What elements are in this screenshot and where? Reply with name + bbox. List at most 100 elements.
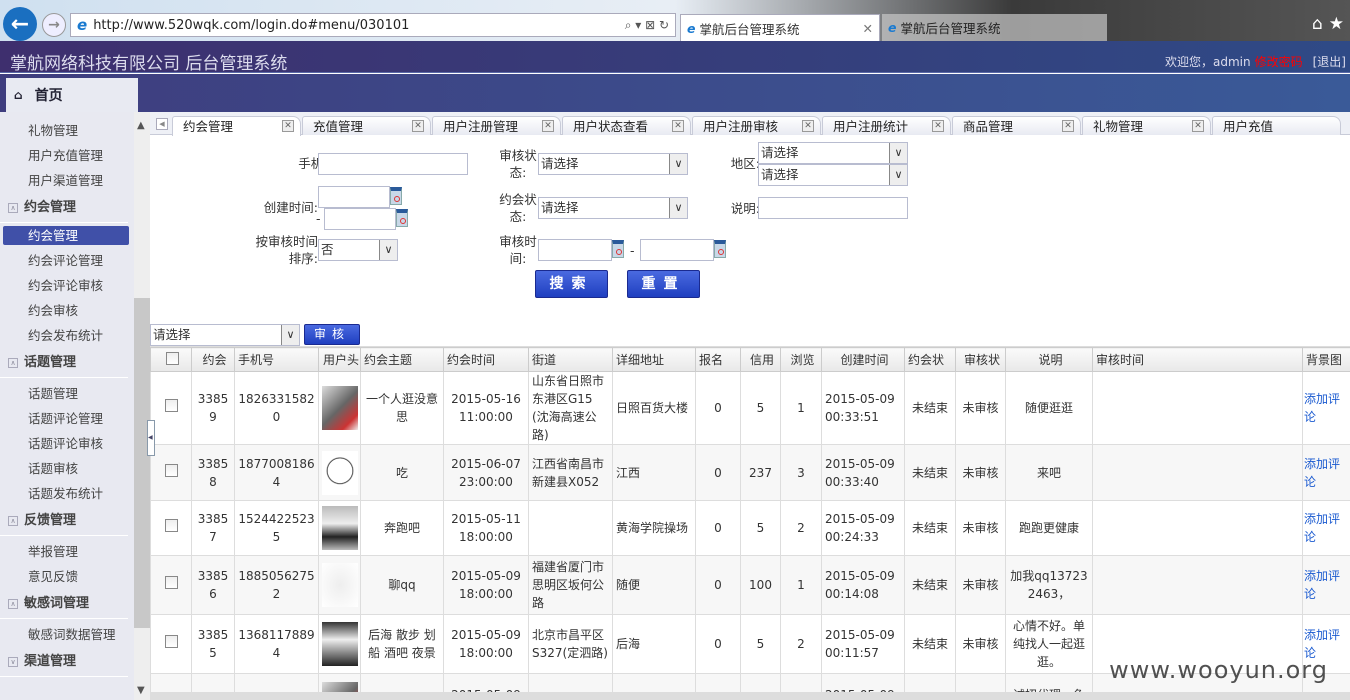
scroll-up-icon[interactable]: ▲ — [137, 120, 145, 131]
audit-status-select[interactable]: 请选择 ∨ — [538, 153, 688, 175]
sidebar-item[interactable]: 话题审核 — [0, 456, 134, 481]
column-header[interactable]: 背景图 — [1302, 347, 1350, 372]
close-tab-icon[interactable]: ✕ — [672, 120, 684, 132]
favorites-star-icon[interactable]: ★ — [1329, 14, 1350, 34]
browser-toolbar-icons[interactable]: ⌂★ — [1312, 14, 1350, 34]
calendar-icon[interactable] — [714, 240, 726, 258]
page-tab[interactable]: 用户充值 — [1212, 116, 1341, 135]
close-tab-icon[interactable]: ✕ — [1192, 120, 1204, 132]
sidebar-item[interactable]: 话题评论管理 — [0, 406, 134, 431]
date-status-select[interactable]: 请选择 ∨ — [538, 197, 688, 219]
browser-tab[interactable]: e 掌航后台管理系统 — [882, 14, 1107, 41]
page-tab[interactable]: 用户注册管理 ✕ — [432, 116, 561, 135]
page-tab[interactable]: 礼物管理 ✕ — [1082, 116, 1211, 135]
column-header[interactable]: 浏览 — [780, 347, 822, 372]
sidebar-item[interactable]: 用户渠道管理 — [0, 168, 134, 193]
search-button[interactable]: 搜索 — [535, 270, 608, 298]
column-header[interactable]: 约会时间 — [443, 347, 529, 372]
audit-time-start[interactable] — [538, 239, 612, 261]
close-tab-icon[interactable]: ✕ — [542, 120, 554, 132]
home-tab[interactable]: ⌂ 首页 — [6, 78, 138, 112]
page-tab[interactable]: 用户状态查看 ✕ — [562, 116, 691, 135]
scroll-thumb[interactable] — [134, 298, 150, 628]
sidebar-group-header[interactable]: ∨ 渠道管理 — [0, 647, 128, 677]
table-row[interactable]: 33858 18770081864 吃 2015-06-07 23:00:00 江西省南… — [150, 444, 1350, 501]
close-tab-icon[interactable]: ✕ — [932, 120, 944, 132]
row-checkbox[interactable] — [164, 399, 178, 412]
audit-button[interactable]: 审核 — [304, 324, 360, 345]
sidebar-item[interactable]: 约会发布统计 — [0, 323, 134, 348]
column-header[interactable]: 说明 — [1005, 347, 1093, 372]
sidebar-group-header[interactable]: ∧ 话题管理 — [0, 348, 128, 378]
column-header[interactable]: 报名 — [695, 347, 741, 372]
row-checkbox[interactable] — [164, 519, 178, 532]
column-header[interactable]: 约会状 — [904, 347, 956, 372]
page-tab[interactable]: 用户注册统计 ✕ — [822, 116, 951, 135]
add-comment-link[interactable]: 添加评论 — [1304, 392, 1340, 424]
back-button[interactable]: ← — [3, 7, 37, 41]
column-header[interactable]: 约会主题 — [360, 347, 444, 372]
column-header[interactable]: 详细地址 — [612, 347, 696, 372]
add-comment-link[interactable]: 添加评论 — [1304, 512, 1340, 544]
sidebar-group-header[interactable]: ∧ 反馈管理 — [0, 506, 128, 536]
calendar-icon[interactable] — [612, 240, 624, 258]
column-header[interactable]: 用户头 — [318, 347, 361, 372]
page-tab[interactable]: 充值管理 ✕ — [302, 116, 431, 135]
column-header[interactable]: 创建时间 — [821, 347, 905, 372]
sidebar-item[interactable]: 话题管理 — [0, 381, 134, 406]
calendar-icon[interactable] — [390, 187, 402, 205]
calendar-icon[interactable] — [396, 209, 408, 227]
sidebar-item[interactable]: 用户充值管理 — [0, 143, 134, 168]
bulk-audit-select[interactable]: 请选择 ∨ — [150, 324, 300, 346]
add-comment-link[interactable]: 添加评论 — [1304, 457, 1340, 489]
close-tab-icon[interactable]: ✕ — [1062, 120, 1074, 132]
browser-tab-active[interactable]: e 掌航后台管理系统 ✕ — [680, 14, 880, 41]
row-checkbox[interactable] — [164, 463, 178, 477]
sidebar-group-header[interactable]: ∧ 敏感词管理 — [0, 589, 128, 619]
sidebar-item[interactable]: 约会审核 — [0, 298, 134, 323]
page-tab[interactable]: 商品管理 ✕ — [952, 116, 1081, 135]
page-tab[interactable]: 约会管理 ✕ — [172, 116, 301, 136]
column-header[interactable]: 审核时间 — [1092, 347, 1303, 372]
region-city-select[interactable]: 请选择 ∨ — [758, 164, 908, 186]
close-tab-icon[interactable]: ✕ — [802, 120, 814, 132]
close-tab-icon[interactable]: ✕ — [282, 120, 294, 132]
sidebar-item[interactable]: 约会管理 — [3, 226, 129, 245]
sidebar-item[interactable]: 话题评论审核 — [0, 431, 134, 456]
sidebar-item[interactable]: 意见反馈 — [0, 564, 134, 589]
row-checkbox[interactable] — [164, 635, 178, 648]
sidebar-item[interactable]: 约会评论审核 — [0, 273, 134, 298]
home-icon[interactable]: ⌂ — [1312, 14, 1329, 34]
sidebar-item[interactable]: 礼物管理 — [0, 118, 134, 143]
create-time-start[interactable] — [318, 186, 390, 208]
sidebar-item[interactable]: 敏感词数据管理 — [0, 622, 134, 647]
scroll-down-icon[interactable]: ▼ — [137, 685, 145, 696]
close-tab-icon[interactable]: ✕ — [863, 21, 873, 36]
column-header[interactable]: 审核状 — [955, 347, 1006, 372]
logout-link[interactable]: [退出] — [1313, 55, 1346, 69]
sidebar-scrollbar[interactable]: ▲ ▼ — [134, 112, 150, 700]
table-row[interactable]: 33859 18263315820 一个人逛没意思 2015-05-16 11:00:… — [150, 371, 1350, 445]
change-password-link[interactable]: 修改密码 — [1255, 55, 1303, 69]
column-header[interactable]: 约会 — [191, 347, 235, 372]
add-comment-link[interactable]: 添加评论 — [1304, 569, 1340, 601]
sort-select[interactable]: 否 ∨ — [318, 239, 398, 261]
table-row[interactable]: 33857 15244225235 奔跑吧 2015-05-11 18:00:00 黄海… — [150, 500, 1350, 556]
tab-scroll-left-icon[interactable]: ◀ — [156, 118, 168, 130]
collapse-panel-handle[interactable]: ◀ — [147, 420, 155, 456]
region-province-select[interactable]: 请选择 ∨ — [758, 142, 908, 164]
reset-button[interactable]: 重置 — [627, 270, 700, 298]
desc-input[interactable] — [758, 197, 908, 219]
sidebar-item[interactable]: 约会评论管理 — [0, 248, 134, 273]
horizontal-scrollbar[interactable] — [150, 692, 1350, 700]
close-tab-icon[interactable]: ✕ — [412, 120, 424, 132]
row-checkbox[interactable] — [164, 576, 178, 589]
phone-input[interactable] — [318, 153, 468, 175]
column-header[interactable]: 街道 — [528, 347, 613, 372]
sidebar-item[interactable]: 话题发布统计 — [0, 481, 134, 506]
create-time-end[interactable] — [324, 208, 396, 230]
address-bar[interactable]: e http://www.520wqk.com/login.do#menu/030… — [70, 13, 676, 37]
table-row[interactable]: 33856 18850562752 聊qq 2015-05-09 18:00:00 福建… — [150, 555, 1350, 615]
column-header[interactable]: 信用 — [740, 347, 781, 372]
forward-button[interactable]: → — [42, 13, 66, 37]
